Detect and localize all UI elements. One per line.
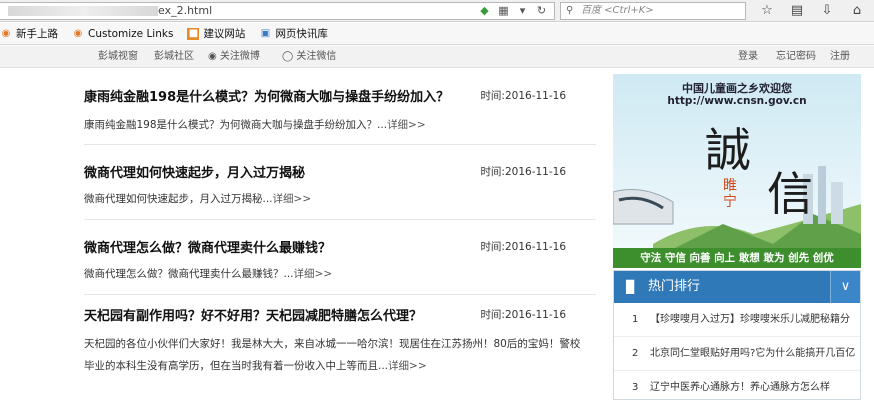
article-list: 康雨纯金融198是什么模式？为何微商大咖与操盘手纷纷加入？ 时间:2016-11… — [84, 68, 596, 400]
topbar-link[interactable]: 彭城社区 — [154, 46, 194, 68]
summary-text: 毕业的本科生没有高学历，但在当时我有着一份收入中上等而且... — [84, 360, 389, 372]
rank-text[interactable]: 【珍嗖嗖月入过万】珍嗖嗖米乐儿减肥秘籍分 — [650, 303, 850, 336]
firefox-icon: ◉ — [1, 27, 11, 39]
bookmark-item[interactable]: ◉ 新手上路 — [0, 26, 58, 41]
article-time: 时间:2016-11-16 — [480, 166, 566, 178]
article-item: 康雨纯金融198是什么模式？为何微商大咖与操盘手纷纷加入？ 时间:2016-11… — [84, 68, 596, 145]
hot-ranking-panel: ▉ 热门排行 ∨ 1 【珍嗖嗖月入过万】珍嗖嗖米乐儿减肥秘籍分 2 北京同仁堂眼… — [613, 270, 861, 400]
hot-ranking-header: ▉ 热门排行 ∨ — [614, 271, 860, 303]
article-item: 天杞园有副作用吗？好不好用？天杞园减肥特膳怎么代理？ 时间:2016-11-16… — [84, 295, 596, 400]
list-item[interactable]: 1 【珍嗖嗖月入过万】珍嗖嗖米乐儿减肥秘籍分 — [614, 303, 860, 337]
qr-code-icon[interactable]: ▦ — [497, 4, 510, 17]
suggest-icon: ■ — [187, 27, 200, 40]
forgot-password-link[interactable]: 忘记密码 — [776, 46, 816, 68]
login-link[interactable]: 登录 — [738, 46, 758, 68]
article-time: 时间:2016-11-16 — [480, 309, 566, 321]
chevron-down-icon[interactable]: ∨ — [830, 271, 860, 303]
summary-line: 毕业的本科生没有高学历，但在当时我有着一份收入中上等而且...详细>> — [84, 355, 596, 377]
bookmarks-bar: ◉ 新手上路 ◉ Customize Links ■ 建议网站 ▣ 网页快讯库 — [0, 23, 874, 45]
bookmark-label: 新手上路 — [16, 28, 58, 40]
bookmark-star-icon[interactable]: ☆ — [752, 2, 782, 20]
article-item: 微商代理怎么做？微商代理卖什么最赚钱？ 时间:2016-11-16 微商代理怎么… — [84, 220, 596, 295]
banner-char-cheng: 誠 — [705, 123, 751, 177]
clipboard-icon[interactable]: ▤ — [782, 2, 812, 20]
more-link[interactable]: 详细>> — [387, 119, 426, 131]
weibo-icon: ◉ — [208, 51, 217, 62]
summary-text: 微商代理如何快速起步，月入过万揭秘... — [84, 193, 273, 205]
article-time: 时间:2016-11-16 — [480, 241, 566, 253]
address-bar[interactable]: ex_2.html ◆ ▦ ▾ ↻ — [0, 2, 555, 20]
rank-number: 1 — [632, 314, 639, 325]
shield-icon[interactable]: ◆ — [478, 4, 491, 17]
weibo-label: 关注微博 — [219, 51, 260, 62]
rank-number: 2 — [632, 348, 639, 359]
city-banner[interactable]: 中国儿童画之乡欢迎您 http://www.cnsn.gov.cn 誠 信 睢宁… — [613, 74, 861, 268]
article-summary: 微商代理怎么做？微商代理卖什么最赚钱？...详细>> — [84, 263, 332, 285]
search-input[interactable]: ⚲ 百度 <Ctrl+K> — [560, 2, 746, 20]
banner-small-text: 睢宁 — [723, 178, 737, 210]
address-text: ex_2.html — [158, 4, 213, 17]
article-summary: 天杞园的各位小伙伴们大家好！我是林大大，来自冰城一一哈尔滨！现居住在江苏扬州！8… — [84, 333, 596, 377]
bookmark-item[interactable]: ◉ Customize Links — [72, 27, 174, 40]
article-time: 时间:2016-11-16 — [480, 90, 566, 102]
wechat-link[interactable]: ◯ 关注微信 — [282, 46, 336, 68]
summary-line: 天杞园的各位小伙伴们大家好！我是林大大，来自冰城一一哈尔滨！现居住在江苏扬州！8… — [84, 338, 581, 350]
article-summary: 康雨纯金融198是什么模式？为何微商大咖与操盘手纷纷加入？...详细>> — [84, 114, 426, 136]
browser-toolbar: ex_2.html ◆ ▦ ▾ ↻ ⚲ 百度 <Ctrl+K> ☆ ▤ ⇩ ⌂ — [0, 0, 874, 22]
feed-icon: ▣ — [260, 27, 271, 39]
article-summary: 微商代理如何快速起步，月入过万揭秘...详细>> — [84, 188, 311, 210]
bookmark-label: Customize Links — [88, 27, 174, 40]
wechat-icon: ◯ — [282, 51, 294, 62]
topbar-link[interactable]: 彭城视窗 — [98, 46, 138, 68]
article-title[interactable]: 康雨纯金融198是什么模式？为何微商大咖与操盘手纷纷加入？ — [84, 86, 449, 105]
list-item[interactable]: 2 北京同仁堂眼贴好用吗?它为什么能搞开几百亿 — [614, 337, 860, 371]
banner-motto: 守法 守信 向善 向上 敢想 敢为 创先 创优 — [640, 252, 834, 264]
article-title[interactable]: 微商代理如何快速起步，月入过万揭秘 — [84, 162, 305, 181]
bookmark-label: 建议网站 — [203, 28, 246, 40]
bookmark-label: 网页快讯库 — [275, 28, 328, 40]
bookmark-item[interactable]: ▣ 网页快讯库 — [259, 26, 328, 41]
summary-text: 微商代理怎么做？微商代理卖什么最赚钱？... — [84, 268, 294, 280]
site-topbar: 彭城视窗 彭城社区 ◉ 关注微博 ◯ 关注微信 登录 忘记密码 注册 — [0, 46, 874, 68]
firefox-icon: ◉ — [73, 27, 83, 39]
wechat-label: 关注微信 — [296, 51, 337, 62]
banner-slogan: 中国儿童画之乡欢迎您 — [682, 82, 792, 95]
rank-text[interactable]: 北京同仁堂眼贴好用吗?它为什么能搞开几百亿 — [650, 337, 855, 370]
register-link[interactable]: 注册 — [830, 46, 850, 68]
more-link[interactable]: 详细>> — [388, 360, 427, 372]
home-icon[interactable]: ⌂ — [842, 2, 872, 20]
summary-text: 康雨纯金融198是什么模式？为何微商大咖与操盘手纷纷加入？... — [84, 119, 388, 131]
search-icon: ⚲ — [566, 5, 574, 16]
hot-ranking-title: 热门排行 — [648, 279, 701, 294]
redacted-url — [8, 6, 158, 16]
banner-char-xin: 信 — [767, 167, 813, 221]
article-title[interactable]: 天杞园有副作用吗？好不好用？天杞园减肥特膳怎么代理？ — [84, 305, 422, 324]
more-link[interactable]: 详细>> — [294, 268, 333, 280]
download-icon[interactable]: ⇩ — [812, 2, 842, 20]
dropdown-icon[interactable]: ▾ — [516, 4, 529, 17]
weibo-link[interactable]: ◉ 关注微博 — [208, 46, 260, 68]
article-item: 微商代理如何快速起步，月入过万揭秘 时间:2016-11-16 微商代理如何快速… — [84, 145, 596, 220]
bookmark-item[interactable]: ■ 建议网站 — [187, 26, 245, 41]
bar-chart-icon: ▉ — [626, 280, 636, 294]
article-title[interactable]: 微商代理怎么做？微商代理卖什么最赚钱？ — [84, 237, 331, 256]
reload-icon[interactable]: ↻ — [535, 4, 548, 17]
search-placeholder: 百度 <Ctrl+K> — [581, 5, 654, 16]
more-link[interactable]: 详细>> — [273, 193, 312, 205]
banner-site: http://www.cnsn.gov.cn — [667, 95, 807, 107]
